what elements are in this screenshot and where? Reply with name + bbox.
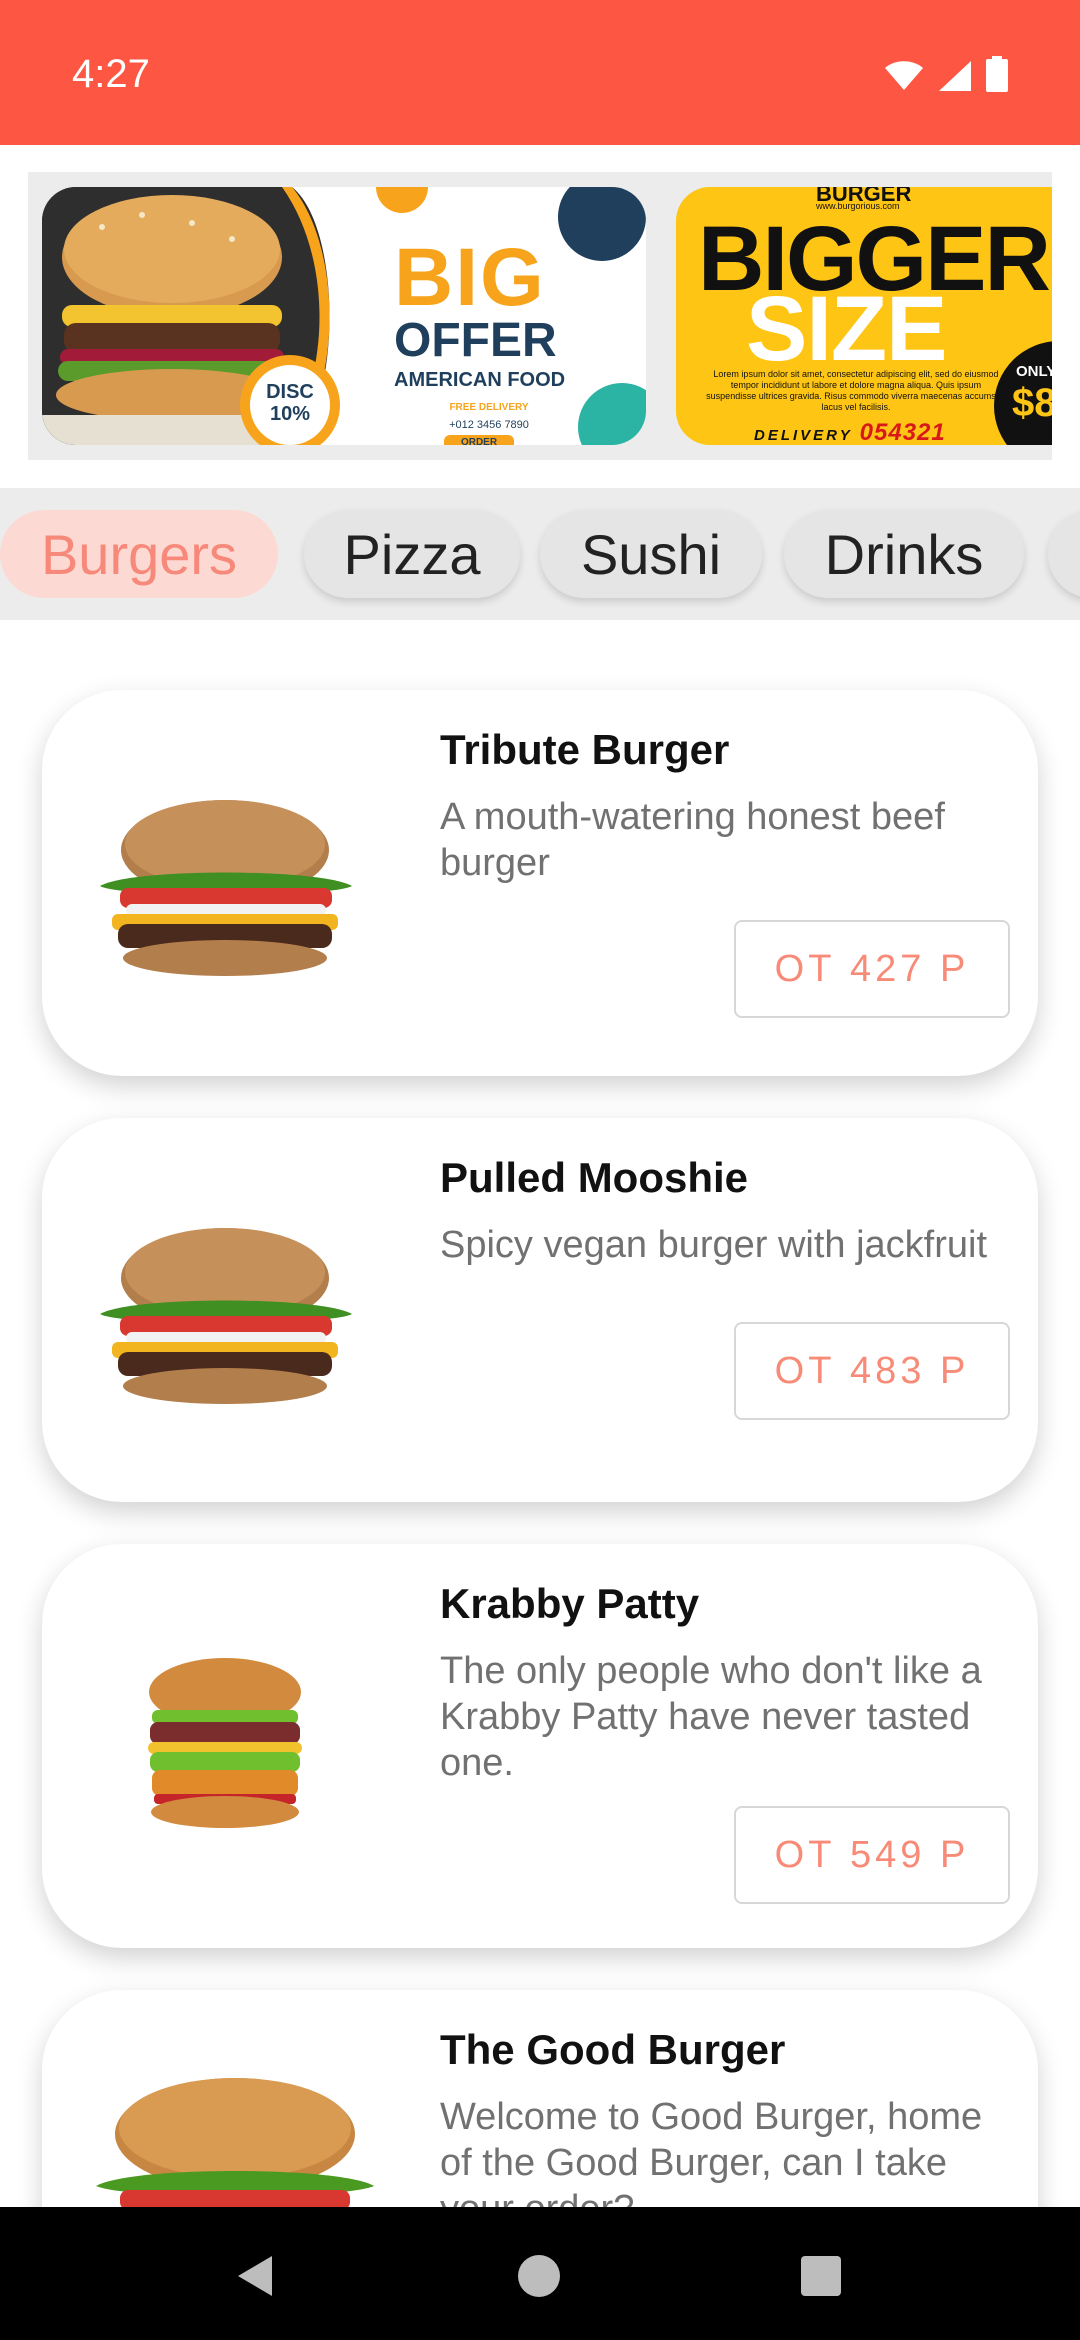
banner-1-text: BIG OFFER AMERICAN FOOD FREE DELIVERY +0… [394,232,634,445]
price-button[interactable]: ОТ 427 Р [734,920,1010,1018]
product-card[interactable]: Tribute Burger A mouth-watering honest b… [42,690,1038,1076]
category-tabs: Burgers Pizza Sushi Drinks [0,488,1080,620]
banner-1-free-delivery: FREE DELIVERY [449,402,529,413]
banner-2-delivery-label: DELIVERY [754,427,853,444]
promo-banner-bigger-size[interactable]: BURGER www.burgorious.com BIGGER SIZE Lo… [676,187,1052,445]
product-card[interactable]: Pulled Mooshie Spicy vegan burger with j… [42,1118,1038,1502]
banner-2-only: ONLY [1016,363,1052,380]
cellular-icon [939,61,971,91]
wifi-icon [885,61,923,90]
category-chip-more[interactable] [1048,510,1080,598]
category-chip-drinks[interactable]: Drinks [784,510,1024,598]
banner-2-price-badge: ONLY $8. [994,341,1052,445]
category-chip-pizza[interactable]: Pizza [304,510,520,598]
status-bar: 4:27 [0,0,1080,145]
product-title: Krabby Patty [440,1580,700,1627]
banner-2-price: $8. [1012,381,1052,425]
category-chip-burgers[interactable]: Burgers [0,510,278,598]
price-button[interactable]: ОТ 483 Р [734,1322,1010,1420]
banner-2-delivery-number: 054321 [859,419,946,445]
banner-1-phone: +012 3456 7890 [449,419,529,431]
back-icon[interactable] [232,2251,282,2301]
banner-1-subtitle: AMERICAN FOOD [394,369,566,391]
category-chip-sushi[interactable]: Sushi [540,510,762,598]
banner-1-headline: BIG [394,232,546,323]
discount-badge: DISC 10% [240,355,340,445]
banner-1-offer: OFFER [394,314,557,367]
product-image [148,1658,302,1828]
discount-label: DISC [266,381,314,403]
product-title: The Good Burger [440,2026,786,2073]
promo-carousel[interactable]: DISC 10% BIG OFFER AMERICAN FOOD FREE DE… [28,172,1052,460]
product-description: A mouth-watering honest beef burger [440,796,945,884]
product-description: The only people who don't like a Krabby … [440,1650,982,1784]
product-image [100,1228,352,1404]
product-image [100,800,352,976]
discount-value: 10% [269,403,311,425]
banner-2-delivery: DELIVERY 054321 [754,419,946,445]
price-button[interactable]: ОТ 549 Р [734,1806,1010,1904]
banner-2-body: Lorem ipsum dolor sit amet, consectetur … [706,369,1006,412]
product-card[interactable]: Krabby Patty The only people who don't l… [42,1544,1038,1948]
home-icon[interactable] [514,2251,564,2301]
status-time: 4:27 [72,52,150,96]
product-description: Spicy vegan burger with jackfruit [440,1224,988,1266]
status-icons [884,56,1008,92]
promo-banner-big-offer[interactable]: DISC 10% BIG OFFER AMERICAN FOOD FREE DE… [42,187,646,445]
battery-icon [986,56,1008,92]
banner-2-headline-2: SIZE [746,278,947,380]
product-title: Tribute Burger [440,726,730,773]
banner-1-order-now: ORDER NOW [444,435,514,445]
product-image [96,2078,374,2224]
menu-screen: 4:27 DISC 10% BIG OFFER AMERICAN FOOD FR… [0,0,1080,2340]
recents-icon[interactable] [796,2251,846,2301]
system-navigation-bar [0,2207,1080,2340]
product-title: Pulled Mooshie [440,1154,749,1201]
